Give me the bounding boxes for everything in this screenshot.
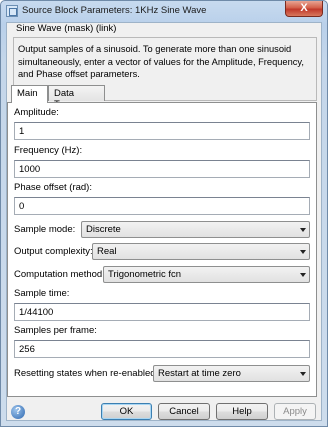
dialog-window: Source Block Parameters: 1KHz Sine Wave … (0, 0, 328, 427)
sample-mode-select[interactable]: Discrete (81, 221, 310, 238)
computation-method-select[interactable]: Trigonometric fcn (103, 266, 310, 283)
frequency-input[interactable]: 1000 (14, 160, 310, 178)
help-button[interactable]: Help (216, 403, 268, 420)
phase-offset-input[interactable]: 0 (14, 197, 310, 215)
main-tab-panel: Amplitude: 1 Frequency (Hz): 1000 Phase … (7, 102, 317, 397)
output-complexity-value: Real (97, 246, 117, 257)
resetting-states-label: Resetting states when re-enabled: (14, 368, 159, 379)
sample-time-input[interactable]: 1/44100 (14, 303, 310, 321)
sample-time-label: Sample time: (14, 288, 70, 299)
tab-data-types[interactable]: Data Types (48, 85, 105, 110)
block-icon (6, 5, 18, 17)
computation-method-value: Trigonometric fcn (108, 269, 182, 280)
frequency-label: Frequency (Hz): (14, 145, 83, 156)
amplitude-label: Amplitude: (14, 107, 59, 118)
samples-per-frame-input[interactable]: 256 (14, 340, 310, 358)
samples-per-frame-label: Samples per frame: (14, 325, 97, 336)
output-complexity-select[interactable]: Real (92, 243, 310, 260)
apply-button[interactable]: Apply (274, 403, 316, 420)
computation-method-label: Computation method: (14, 269, 105, 280)
chevron-down-icon (300, 372, 306, 376)
output-complexity-label: Output complexity: (14, 246, 93, 257)
sample-mode-label: Sample mode: (14, 224, 76, 235)
amplitude-input[interactable]: 1 (14, 122, 310, 140)
cancel-button[interactable]: Cancel (158, 403, 210, 420)
window-title: Source Block Parameters: 1KHz Sine Wave (22, 5, 207, 16)
chevron-down-icon (300, 273, 306, 277)
close-button[interactable]: X (285, 1, 323, 17)
resetting-states-value: Restart at time zero (158, 368, 241, 379)
block-description: Output samples of a sinusoid. To generat… (18, 44, 304, 79)
phase-offset-label: Phase offset (rad): (14, 182, 92, 193)
chevron-down-icon (300, 250, 306, 254)
tab-main[interactable]: Main (11, 85, 48, 103)
button-bar: ? OK Cancel Help Apply (7, 399, 323, 421)
chevron-down-icon (300, 228, 306, 232)
sample-mode-value: Discrete (86, 224, 121, 235)
title-bar[interactable]: Source Block Parameters: 1KHz Sine Wave … (1, 1, 327, 21)
block-type-label: Sine Wave (mask) (link) (16, 23, 117, 34)
help-icon[interactable]: ? (11, 405, 25, 419)
ok-button[interactable]: OK (101, 403, 152, 420)
resetting-states-select[interactable]: Restart at time zero (153, 365, 310, 382)
dialog-client: Sine Wave (mask) (link) Output samples o… (6, 22, 322, 421)
